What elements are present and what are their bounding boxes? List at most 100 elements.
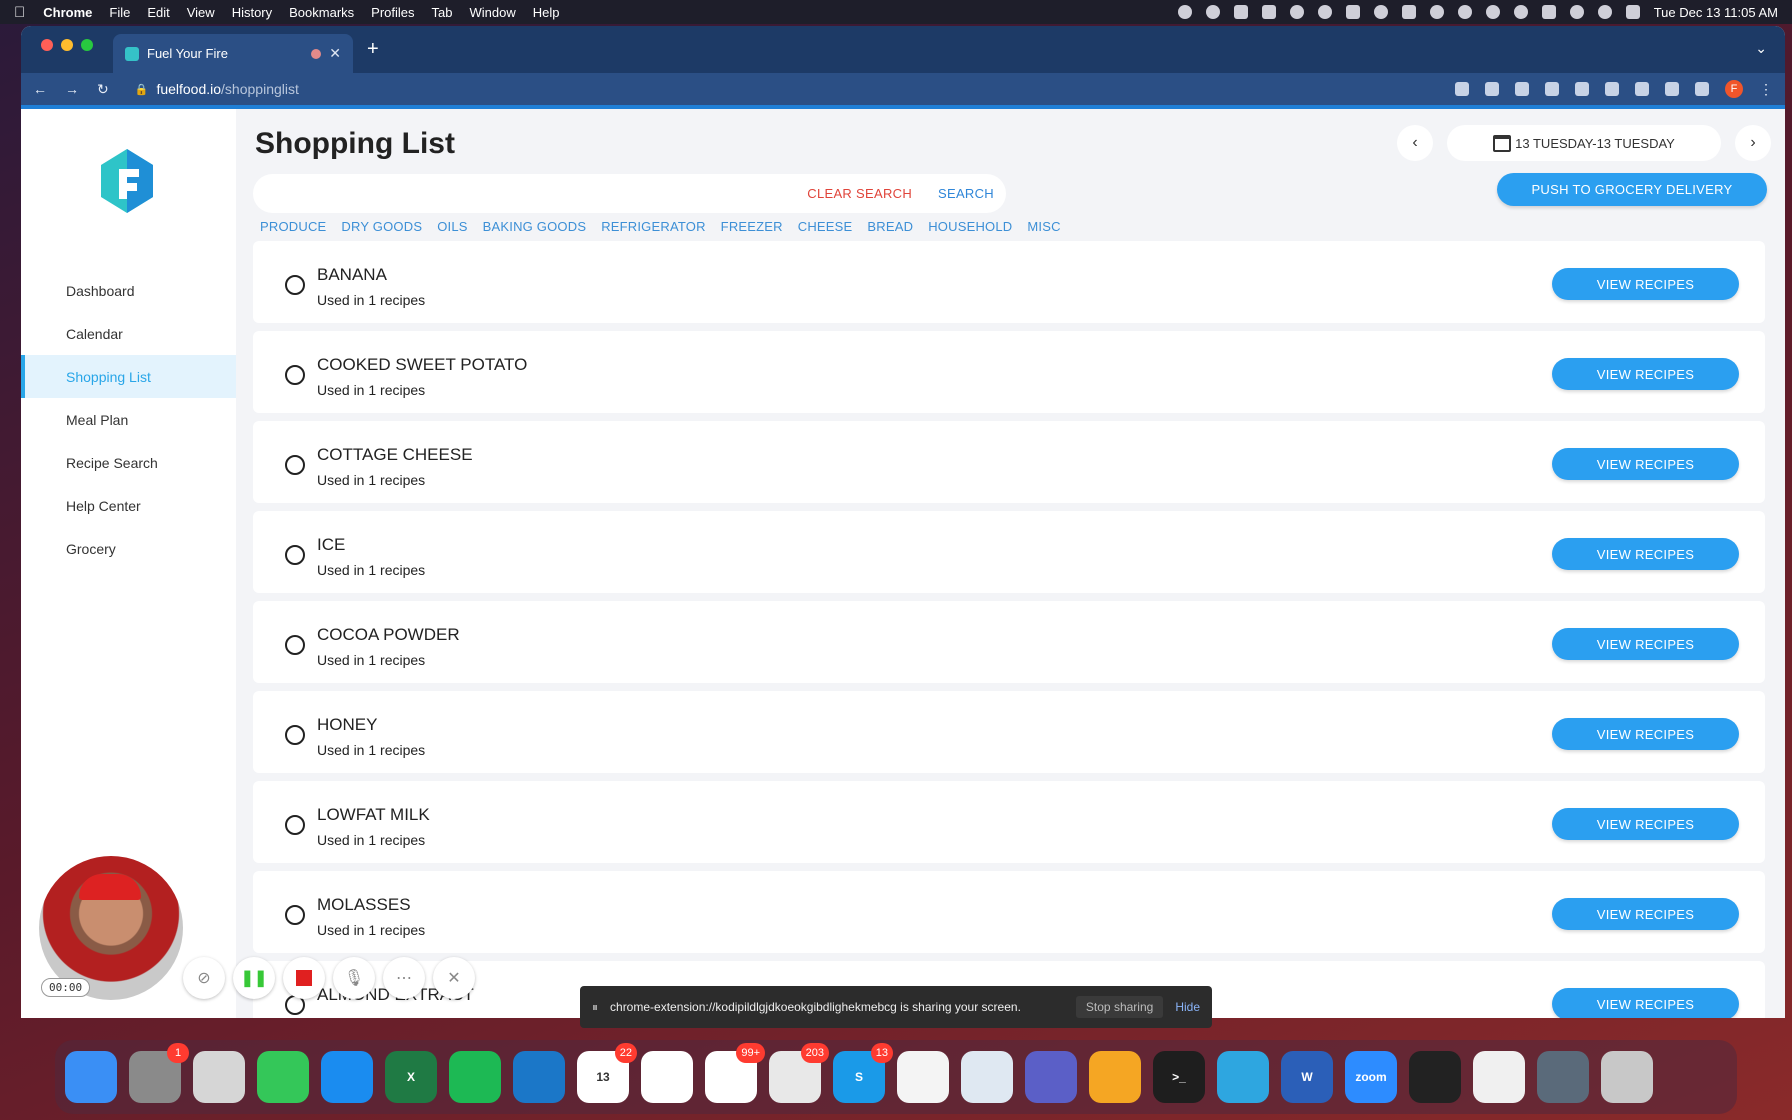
dock-finder-icon[interactable] bbox=[65, 1051, 117, 1103]
play-status-icon[interactable] bbox=[1429, 5, 1444, 19]
stop-recording-button[interactable] bbox=[283, 957, 325, 999]
category-bread[interactable]: BREAD bbox=[867, 219, 913, 234]
puzzle-icon[interactable] bbox=[1665, 82, 1679, 96]
sidebar-item-shopping-list[interactable]: Shopping List bbox=[21, 355, 236, 398]
battery-icon[interactable] bbox=[1541, 5, 1556, 19]
new-tab-button[interactable]: + bbox=[367, 38, 379, 61]
category-freezer[interactable]: FREEZER bbox=[721, 219, 783, 234]
dock-calendar-icon[interactable]: 13 22 bbox=[577, 1043, 637, 1103]
lock-icon[interactable]: 🔒 bbox=[135, 83, 149, 96]
close-recorder-icon[interactable]: ✕ bbox=[433, 957, 475, 999]
zoom-icon[interactable] bbox=[1485, 82, 1499, 96]
category-produce[interactable]: PRODUCE bbox=[260, 219, 326, 234]
grid-icon[interactable]: ⋯ bbox=[383, 957, 425, 999]
telegram-status-icon[interactable] bbox=[1205, 5, 1220, 19]
wifi-icon[interactable] bbox=[1569, 5, 1584, 19]
dock-teams-icon[interactable] bbox=[1025, 1051, 1077, 1103]
item-checkbox[interactable] bbox=[285, 275, 305, 295]
cloud-status-icon[interactable] bbox=[1289, 5, 1304, 19]
reload-icon[interactable]: ↻ bbox=[97, 81, 109, 98]
stop-sharing-button[interactable]: Stop sharing bbox=[1075, 996, 1164, 1018]
camera-off-icon[interactable]: ⊘ bbox=[183, 957, 225, 999]
clear-search-button[interactable]: CLEAR SEARCH bbox=[807, 186, 912, 201]
menu-app-name[interactable]: Chrome bbox=[43, 5, 92, 20]
dock-messages-icon[interactable] bbox=[257, 1051, 309, 1103]
dock-excel-icon[interactable]: X bbox=[385, 1051, 437, 1103]
minimize-window-button[interactable] bbox=[61, 39, 73, 51]
view-recipes-button[interactable]: VIEW RECIPES bbox=[1552, 988, 1739, 1018]
next-date-chevron-icon[interactable]: › bbox=[1735, 125, 1771, 161]
view-recipes-button[interactable]: VIEW RECIPES bbox=[1552, 898, 1739, 930]
view-recipes-button[interactable]: VIEW RECIPES bbox=[1552, 538, 1739, 570]
menu-help[interactable]: Help bbox=[533, 5, 560, 20]
dock-clickup-icon[interactable]: 99+ bbox=[705, 1043, 765, 1103]
view-recipes-button[interactable]: VIEW RECIPES bbox=[1552, 628, 1739, 660]
forward-arrow-icon[interactable]: → bbox=[65, 81, 79, 97]
moon-status-icon[interactable] bbox=[1457, 5, 1472, 19]
password-status-icon[interactable] bbox=[1373, 5, 1388, 19]
fuel-your-fire-logo-icon[interactable] bbox=[99, 147, 155, 217]
back-arrow-icon[interactable]: ← bbox=[33, 81, 47, 97]
view-recipes-button[interactable]: VIEW RECIPES bbox=[1552, 808, 1739, 840]
dock-telegram-icon[interactable] bbox=[1217, 1051, 1269, 1103]
dock-activity-monitor-icon[interactable] bbox=[1409, 1051, 1461, 1103]
dock-slack-icon[interactable] bbox=[641, 1051, 693, 1103]
date-range-picker[interactable]: 13 TUESDAY-13 TUESDAY bbox=[1447, 125, 1721, 161]
menu-history[interactable]: History bbox=[232, 5, 272, 20]
sidebar-item-dashboard[interactable]: Dashboard bbox=[21, 269, 236, 312]
menu-window[interactable]: Window bbox=[470, 5, 516, 20]
menu-file[interactable]: File bbox=[109, 5, 130, 20]
drag-handle-icon[interactable]: ⏸ bbox=[592, 1000, 598, 1015]
profile-avatar[interactable]: F bbox=[1725, 80, 1743, 98]
sidebar-item-calendar[interactable]: Calendar bbox=[21, 312, 236, 355]
category-household[interactable]: HOUSEHOLD bbox=[928, 219, 1012, 234]
weather-status-icon[interactable] bbox=[1317, 5, 1332, 19]
extension-icon[interactable] bbox=[1605, 82, 1619, 96]
dock-vscode-icon[interactable] bbox=[513, 1051, 565, 1103]
menu-bookmarks[interactable]: Bookmarks bbox=[289, 5, 354, 20]
extension-icon[interactable] bbox=[1575, 82, 1589, 96]
close-window-button[interactable] bbox=[41, 39, 53, 51]
sidebar-item-grocery[interactable]: Grocery bbox=[21, 527, 236, 570]
dock-quicktime-icon[interactable] bbox=[1537, 1051, 1589, 1103]
sidebar-item-recipe-search[interactable]: Recipe Search bbox=[21, 441, 236, 484]
tab-search-chevron-icon[interactable]: ⌄ bbox=[1755, 40, 1767, 57]
bluetooth-icon[interactable] bbox=[1513, 5, 1528, 19]
category-oils[interactable]: OILS bbox=[437, 219, 467, 234]
item-checkbox[interactable] bbox=[285, 365, 305, 385]
sidebar-item-meal-plan[interactable]: Meal Plan bbox=[21, 398, 236, 441]
kebab-menu-icon[interactable]: ⋮ bbox=[1759, 81, 1773, 98]
item-checkbox[interactable] bbox=[285, 815, 305, 835]
layout-status-icon[interactable] bbox=[1401, 5, 1416, 19]
category-refrigerator[interactable]: REFRIGERATOR bbox=[601, 219, 705, 234]
view-recipes-button[interactable]: VIEW RECIPES bbox=[1552, 448, 1739, 480]
menu-edit[interactable]: Edit bbox=[147, 5, 169, 20]
category-misc[interactable]: MISC bbox=[1027, 219, 1060, 234]
dock-textedit-icon[interactable] bbox=[897, 1051, 949, 1103]
maximize-window-button[interactable] bbox=[81, 39, 93, 51]
item-checkbox[interactable] bbox=[285, 635, 305, 655]
mic-off-icon[interactable]: 🎙 bbox=[333, 957, 375, 999]
dock-zoom-icon[interactable]: zoom bbox=[1345, 1051, 1397, 1103]
dock-terminal-icon[interactable]: >_ bbox=[1153, 1051, 1205, 1103]
sidebar-item-help-center[interactable]: Help Center bbox=[21, 484, 236, 527]
push-to-grocery-delivery-button[interactable]: PUSH TO GROCERY DELIVERY bbox=[1497, 173, 1767, 206]
bookmark-star-icon[interactable] bbox=[1545, 82, 1559, 96]
pause-recording-button[interactable]: ❚❚ bbox=[233, 957, 275, 999]
view-recipes-button[interactable]: VIEW RECIPES bbox=[1552, 718, 1739, 750]
display-status-icon[interactable] bbox=[1345, 5, 1360, 19]
menu-tab[interactable]: Tab bbox=[432, 5, 453, 20]
camera-icon[interactable] bbox=[1455, 82, 1469, 96]
dock-spotify-icon[interactable] bbox=[449, 1051, 501, 1103]
menu-clock[interactable]: Tue Dec 13 11:05 AM bbox=[1654, 5, 1778, 20]
item-checkbox[interactable] bbox=[285, 455, 305, 475]
extension-icon[interactable] bbox=[1635, 82, 1649, 96]
dock-skype-icon[interactable]: S 13 bbox=[833, 1043, 893, 1103]
dock-preview-icon[interactable] bbox=[961, 1051, 1013, 1103]
dock-word-icon[interactable]: W bbox=[1281, 1051, 1333, 1103]
side-panel-icon[interactable] bbox=[1695, 82, 1709, 96]
dock-trash-icon[interactable] bbox=[1601, 1051, 1653, 1103]
dock-mamp-icon[interactable] bbox=[1089, 1051, 1141, 1103]
status-icon[interactable] bbox=[1177, 5, 1192, 19]
dock-launchpad-icon[interactable] bbox=[193, 1051, 245, 1103]
